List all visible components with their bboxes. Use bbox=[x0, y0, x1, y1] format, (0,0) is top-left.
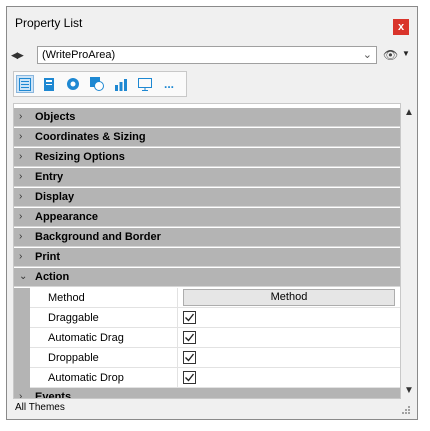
automatic-drag-checkbox[interactable] bbox=[183, 331, 196, 344]
chevron-down-icon: ⌄ bbox=[19, 271, 28, 282]
property-row-automatic-drop: Automatic Drop bbox=[14, 368, 400, 388]
property-name: Automatic Drag bbox=[48, 332, 124, 344]
chevron-right-icon: › bbox=[19, 231, 23, 242]
property-grid: › Objects › Coordinates & Sizing › Resizing… bbox=[13, 103, 401, 399]
eye-icon[interactable]: 👁 bbox=[383, 48, 398, 62]
chevron-right-icon: › bbox=[19, 171, 23, 182]
chevron-right-icon: › bbox=[19, 151, 23, 162]
category-resizing-options[interactable]: › Resizing Options bbox=[14, 148, 400, 167]
more-icon[interactable]: ... bbox=[160, 75, 178, 93]
category-display[interactable]: › Display bbox=[14, 188, 400, 207]
property-row-method: Method Method bbox=[14, 288, 400, 308]
scroll-down-icon[interactable]: ▼ bbox=[404, 385, 414, 396]
property-row-droppable: Droppable bbox=[14, 348, 400, 368]
chevron-right-icon: › bbox=[19, 251, 23, 262]
vertical-scrollbar[interactable]: ▲ ▼ bbox=[401, 103, 417, 399]
category-action[interactable]: ⌄ Action bbox=[14, 268, 400, 287]
chart-icon[interactable] bbox=[112, 75, 130, 93]
property-row-automatic-drag: Automatic Drag bbox=[14, 328, 400, 348]
category-coordinates-sizing[interactable]: › Coordinates & Sizing bbox=[14, 128, 400, 147]
chevron-right-icon: › bbox=[19, 211, 23, 222]
scroll-up-icon[interactable]: ▲ bbox=[404, 107, 414, 118]
object-icon[interactable] bbox=[88, 75, 106, 93]
draggable-checkbox[interactable] bbox=[183, 311, 196, 324]
category-entry[interactable]: › Entry bbox=[14, 168, 400, 187]
target-row: ◀▶ (WriteProArea) ⌄ 👁 ▼ bbox=[7, 45, 417, 67]
status-bar: All Themes bbox=[13, 401, 411, 417]
object-selector[interactable]: (WriteProArea) ⌄ bbox=[37, 46, 377, 64]
form-icon[interactable] bbox=[40, 75, 58, 93]
property-name: Method bbox=[48, 292, 85, 304]
list-icon[interactable] bbox=[16, 75, 34, 93]
monitor-icon[interactable] bbox=[136, 75, 154, 93]
nav-arrows-icon[interactable]: ◀▶ bbox=[11, 50, 31, 62]
method-button[interactable]: Method bbox=[183, 289, 395, 306]
property-name: Draggable bbox=[48, 312, 99, 324]
category-events[interactable]: › Events bbox=[14, 388, 400, 399]
automatic-drop-checkbox[interactable] bbox=[183, 371, 196, 384]
property-list-window: Property List x ◀▶ (WriteProArea) ⌄ 👁 ▼ … bbox=[6, 6, 418, 420]
chevron-right-icon: › bbox=[19, 391, 23, 399]
property-name: Droppable bbox=[48, 352, 99, 364]
chevron-right-icon: › bbox=[19, 131, 23, 142]
chevron-down-icon: ⌄ bbox=[362, 49, 372, 61]
title-bar[interactable]: Property List x bbox=[7, 7, 417, 39]
object-selector-value: (WriteProArea) bbox=[42, 49, 116, 61]
resize-grip-icon[interactable] bbox=[401, 405, 411, 415]
droppable-checkbox[interactable] bbox=[183, 351, 196, 364]
theme-status: All Themes bbox=[15, 402, 65, 413]
settings-icon[interactable] bbox=[64, 75, 82, 93]
property-name: Automatic Drop bbox=[48, 372, 124, 384]
window-title: Property List bbox=[15, 16, 83, 30]
category-objects[interactable]: › Objects bbox=[14, 108, 400, 127]
close-button[interactable]: x bbox=[393, 19, 409, 35]
chevron-right-icon: › bbox=[19, 111, 23, 122]
category-appearance[interactable]: › Appearance bbox=[14, 208, 400, 227]
chevron-right-icon: › bbox=[19, 191, 23, 202]
property-row-draggable: Draggable bbox=[14, 308, 400, 328]
toolbar: ... bbox=[13, 71, 187, 97]
category-background-border[interactable]: › Background and Border bbox=[14, 228, 400, 247]
view-menu-chevron-icon[interactable]: ▼ bbox=[402, 49, 410, 58]
category-print[interactable]: › Print bbox=[14, 248, 400, 267]
